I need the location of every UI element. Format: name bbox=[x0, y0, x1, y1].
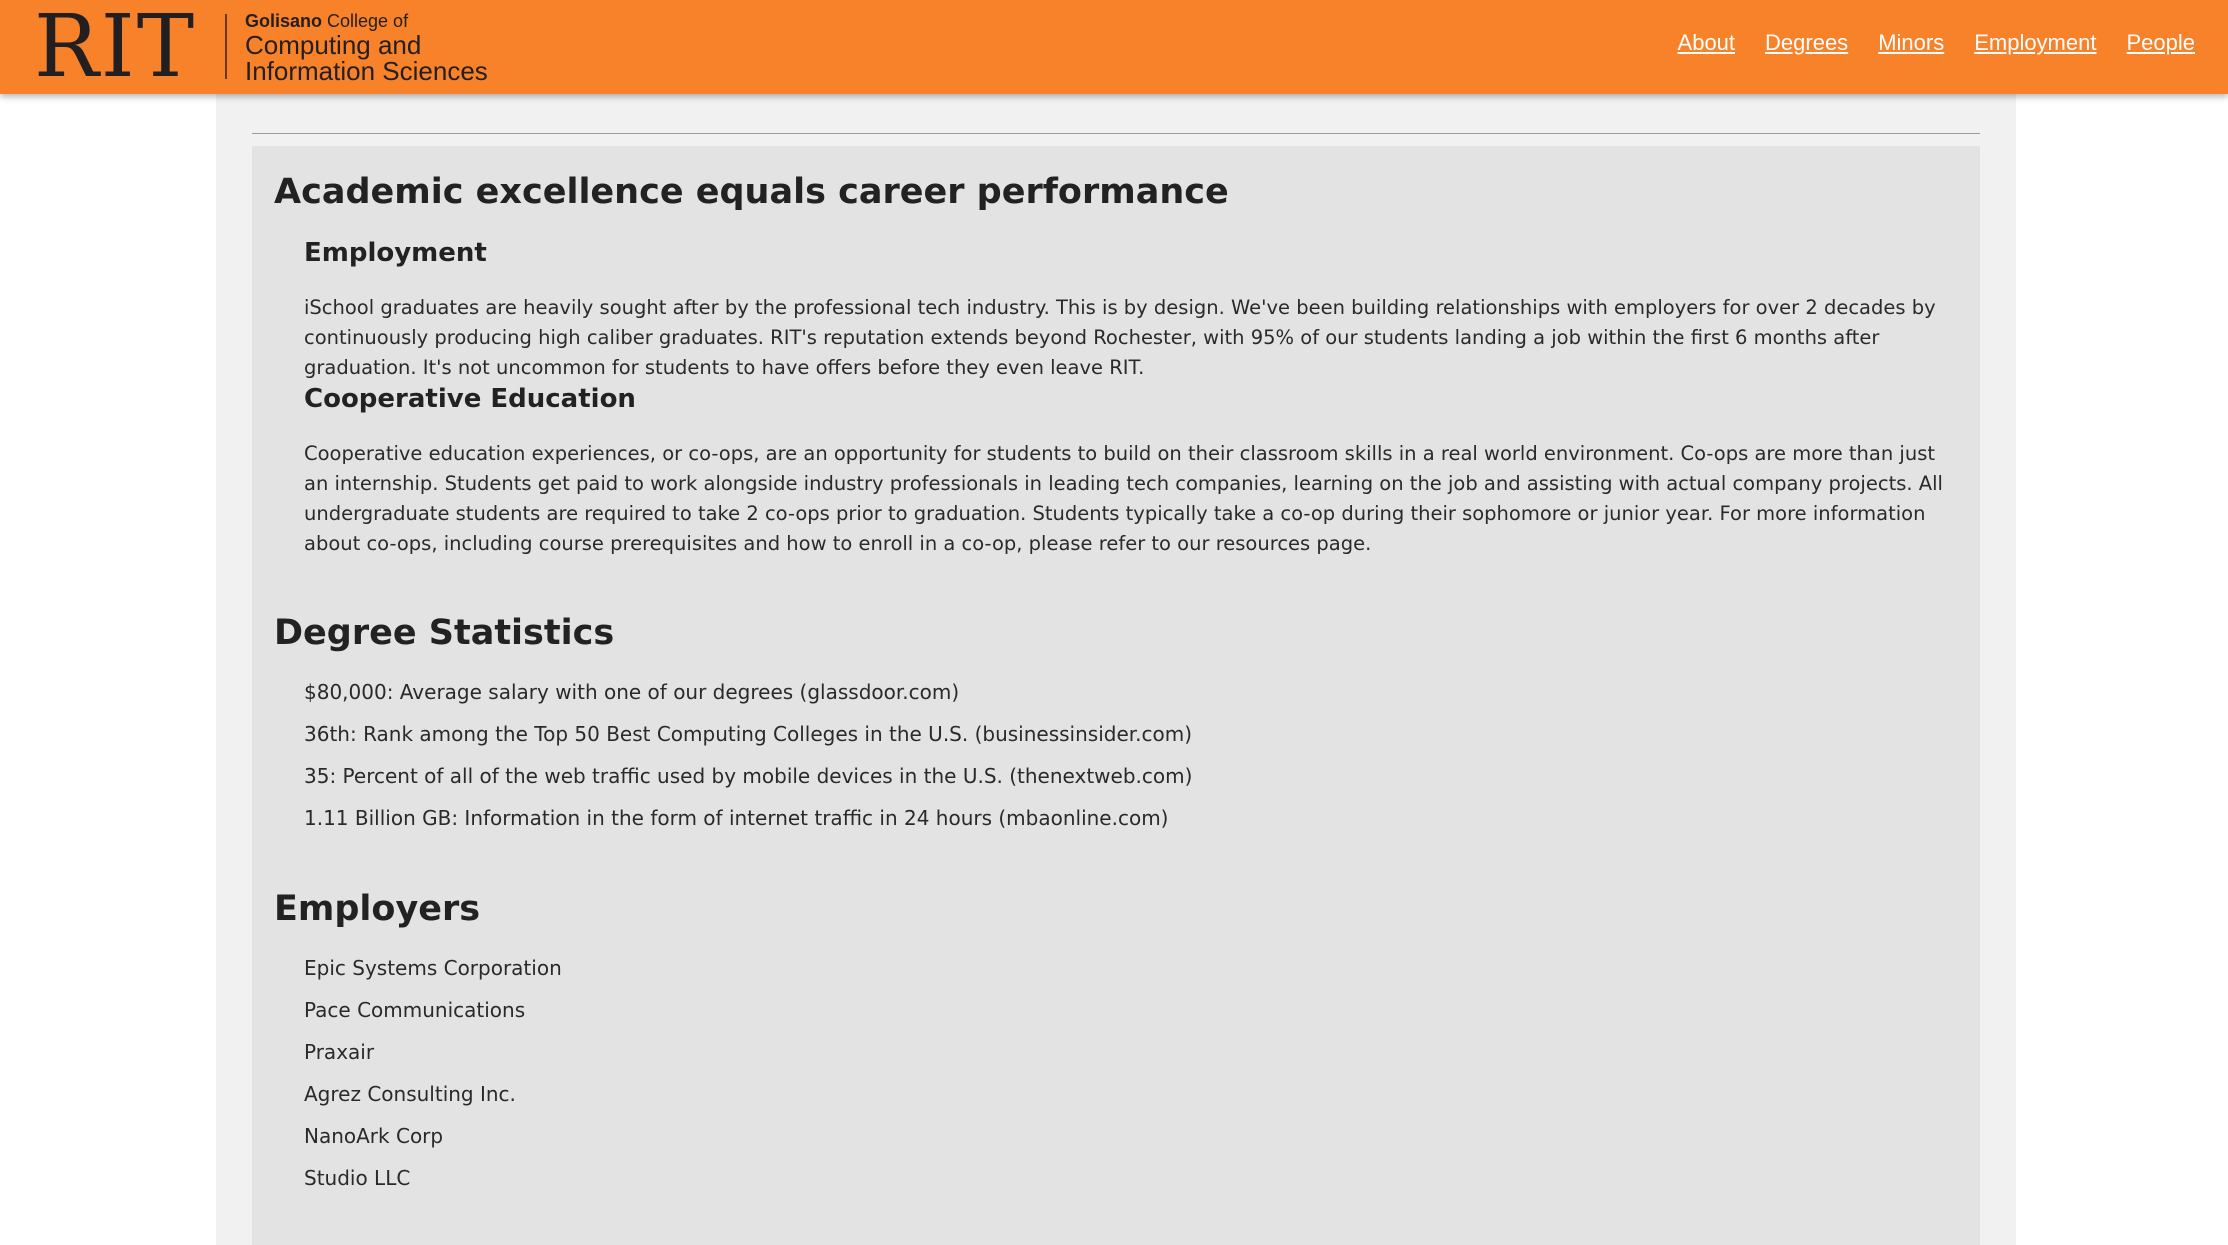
nav-link-employment[interactable]: Employment bbox=[1974, 30, 2096, 56]
college-name-line3: Information Sciences bbox=[245, 56, 488, 86]
list-item: 1.11 Billion GB: Information in the form… bbox=[304, 806, 1169, 830]
heading-cooperative-education: Cooperative Education bbox=[304, 384, 636, 414]
list-item: Epic Systems Corporation bbox=[304, 956, 562, 980]
section-title-degree-statistics: Degree Statistics bbox=[274, 613, 615, 653]
site-header: RIT Golisano College of Computing and In… bbox=[0, 0, 2228, 94]
degree-stats-list: $80,000: Average salary with one of our … bbox=[304, 671, 1192, 839]
nav-link-degrees[interactable]: Degrees bbox=[1765, 30, 1848, 56]
logo-divider bbox=[225, 14, 227, 79]
section-title-employers: Employers bbox=[274, 889, 481, 929]
rit-logo[interactable]: RIT bbox=[34, 0, 196, 94]
list-item: 36th: Rank among the Top 50 Best Computi… bbox=[304, 722, 1193, 746]
main-nav: About Degrees Minors Employment People bbox=[1678, 30, 2195, 56]
list-item: $80,000: Average salary with one of our … bbox=[304, 680, 960, 704]
list-item: NanoArk Corp bbox=[304, 1124, 444, 1148]
college-name-rest: College of bbox=[322, 11, 409, 31]
college-name-bold: Golisano bbox=[245, 11, 323, 31]
list-item: Studio LLC bbox=[304, 1166, 411, 1190]
divider-line bbox=[252, 133, 1980, 134]
list-item: Praxair bbox=[304, 1040, 375, 1064]
list-item: Pace Communications bbox=[304, 998, 526, 1022]
list-item: 35: Percent of all of the web traffic us… bbox=[304, 764, 1193, 788]
employers-list: Epic Systems Corporation Pace Communicat… bbox=[304, 947, 562, 1199]
coop-paragraph: Cooperative education experiences, or co… bbox=[304, 442, 1943, 555]
nav-link-people[interactable]: People bbox=[2126, 30, 2195, 56]
employment-paragraph: iSchool graduates are heavily sought aft… bbox=[304, 296, 1936, 379]
nav-link-about[interactable]: About bbox=[1678, 30, 1736, 56]
college-name-line2: Computing and bbox=[245, 30, 422, 60]
nav-link-minors[interactable]: Minors bbox=[1878, 30, 1944, 56]
college-logo-text[interactable]: Golisano College of Computing and Inform… bbox=[245, 10, 488, 84]
list-item: Agrez Consulting Inc. bbox=[304, 1082, 516, 1106]
heading-employment: Employment bbox=[304, 238, 487, 268]
section-title-academic: Academic excellence equals career perfor… bbox=[274, 172, 1229, 212]
